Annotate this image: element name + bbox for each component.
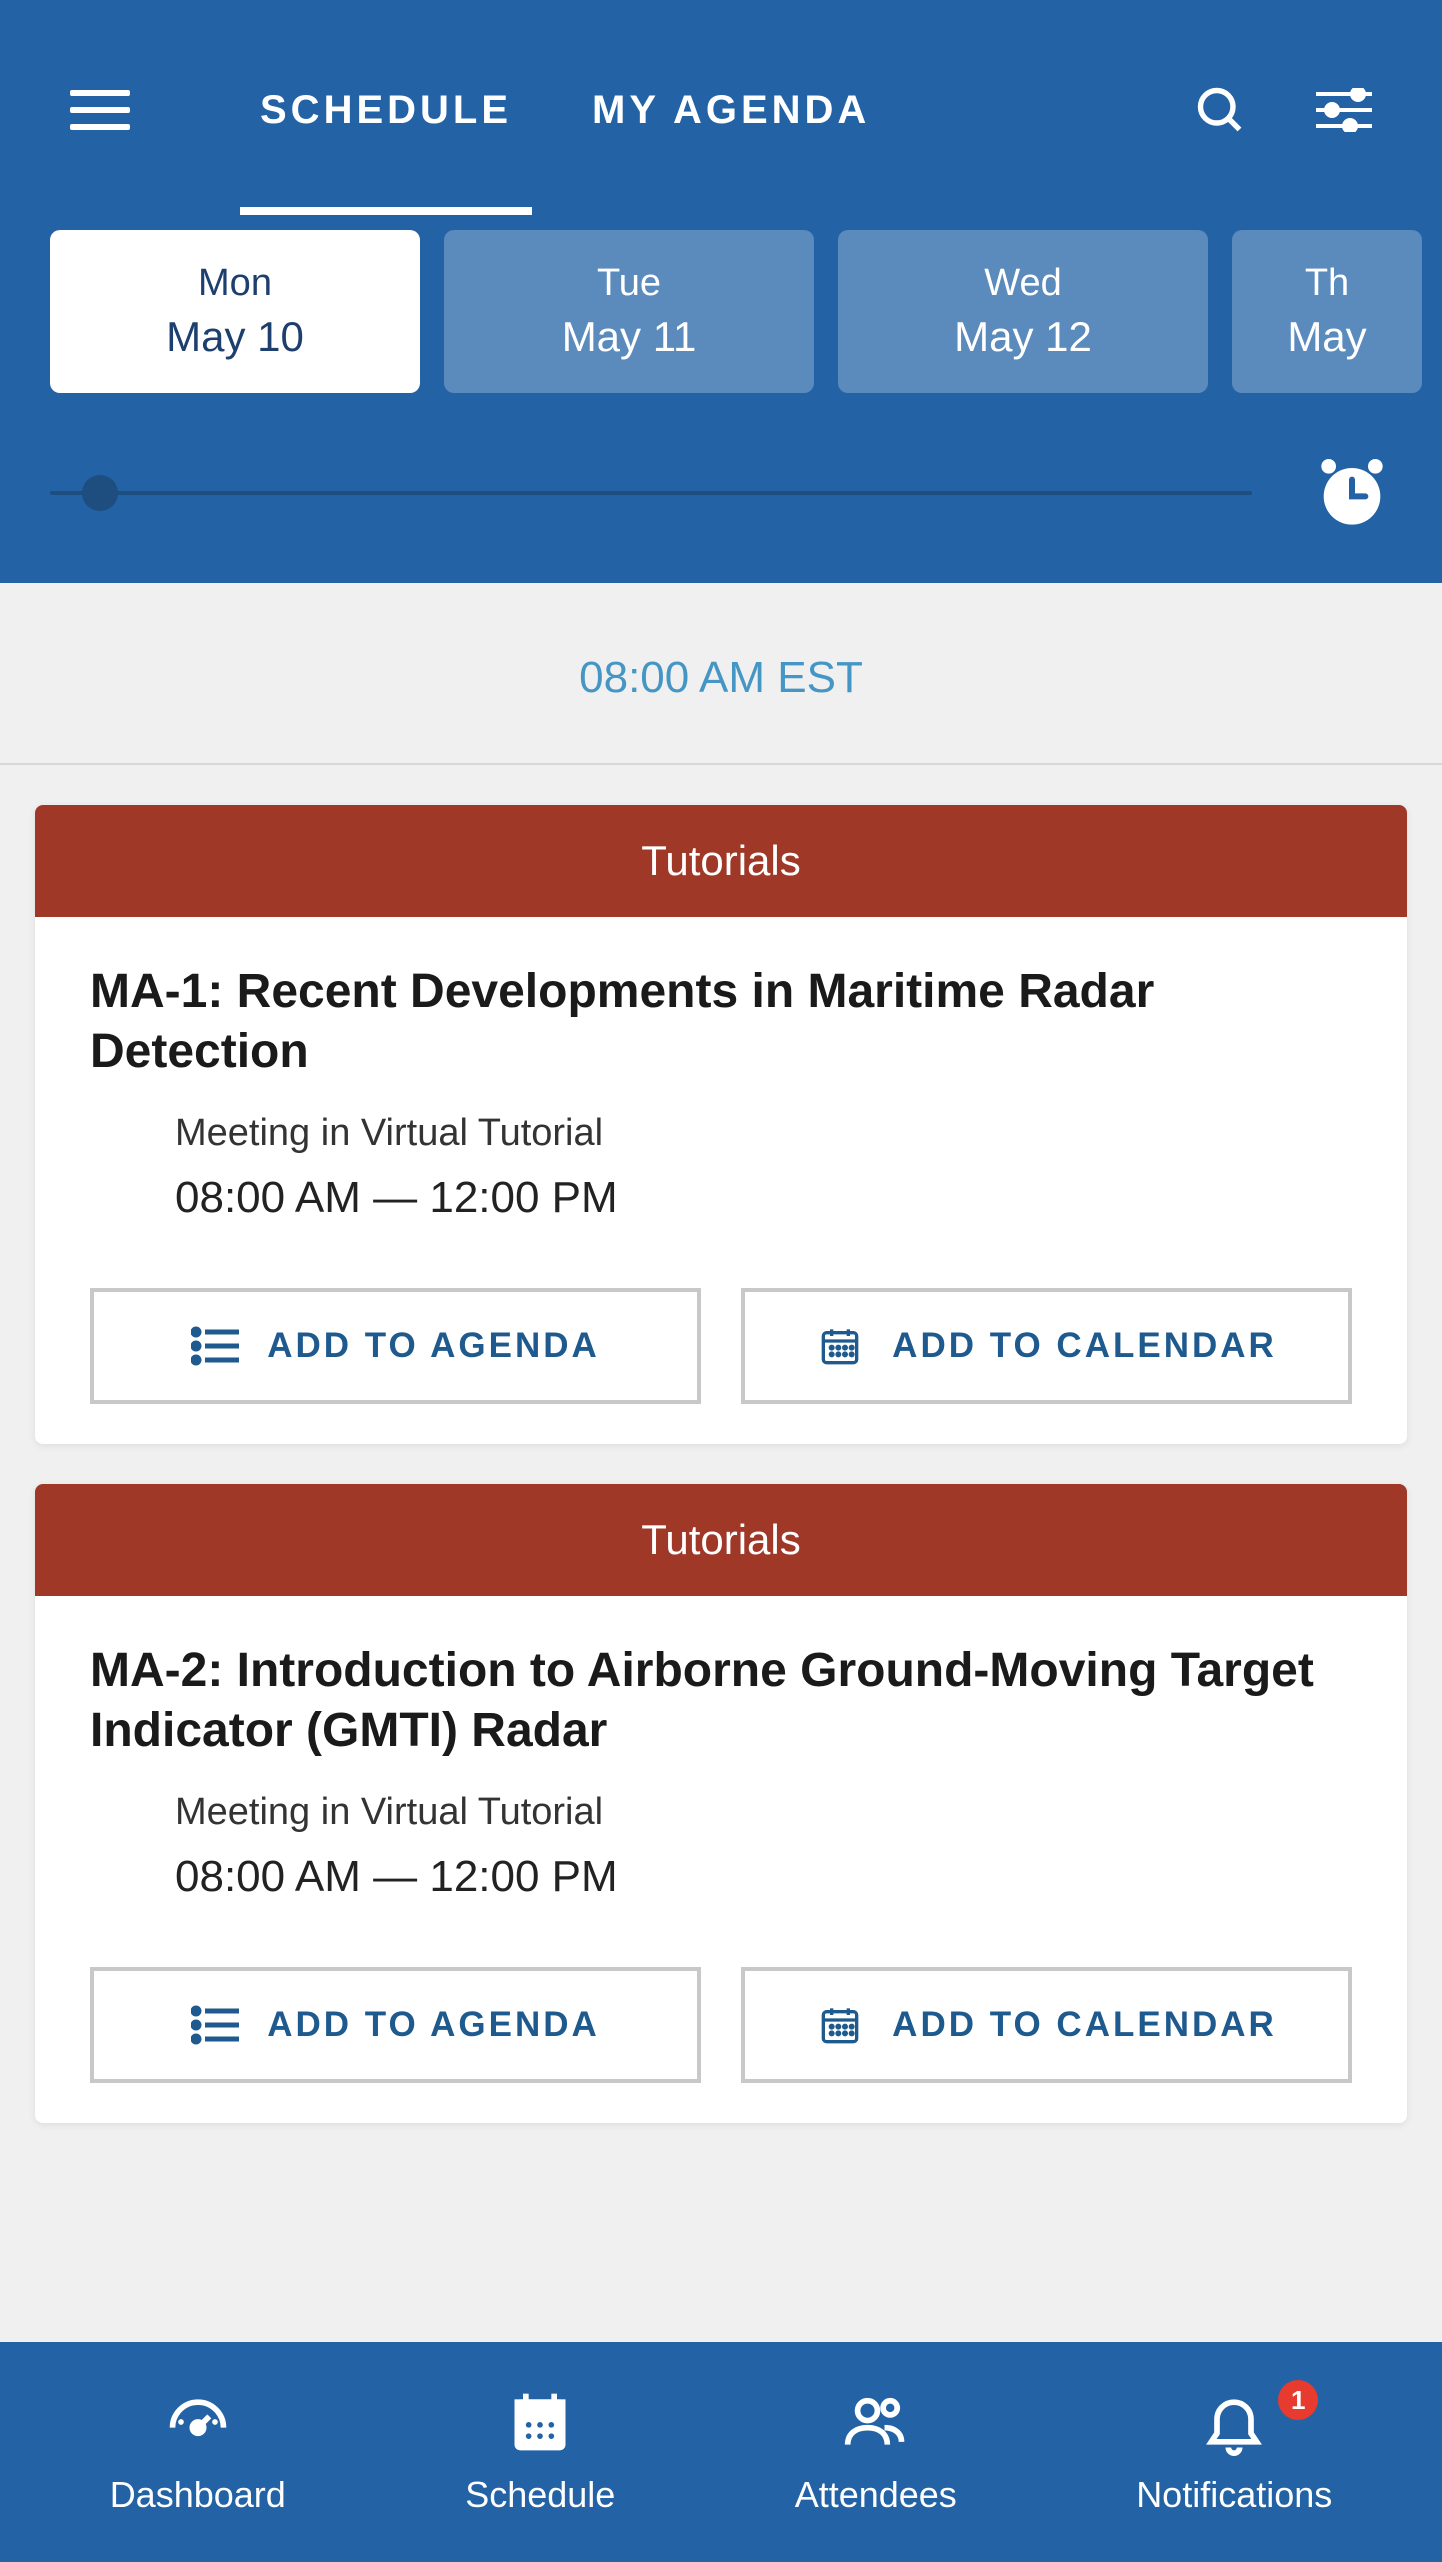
nav-attendees[interactable]: Attendees xyxy=(795,2388,957,2516)
top-tabs: SCHEDULE MY AGENDA xyxy=(220,50,1194,170)
event-location: Meeting in Virtual Tutorial xyxy=(175,1791,1352,1834)
calendar-icon xyxy=(816,2005,864,2045)
button-label: ADD TO AGENDA xyxy=(267,2005,600,2045)
event-category: Tutorials xyxy=(35,805,1407,917)
day-tab-thu[interactable]: Th May xyxy=(1232,230,1422,393)
event-time: 08:00 AM — 12:00 PM xyxy=(175,1852,1352,1902)
day-tab-wed[interactable]: Wed May 12 xyxy=(838,230,1208,393)
list-icon xyxy=(191,2005,239,2045)
event-location: Meeting in Virtual Tutorial xyxy=(175,1112,1352,1155)
day-name: Tue xyxy=(444,262,814,305)
event-card[interactable]: Tutorials MA-2: Introduction to Airborne… xyxy=(35,1484,1407,2123)
notification-badge: 1 xyxy=(1278,2380,1318,2420)
people-icon xyxy=(840,2388,912,2456)
day-tabs: Mon May 10 Tue May 11 Wed May 12 Th May xyxy=(0,170,1442,423)
slider-handle[interactable] xyxy=(82,475,118,511)
add-to-calendar-button[interactable]: ADD TO CALENDAR xyxy=(741,1967,1352,2083)
list-icon xyxy=(191,1326,239,1366)
day-tab-mon[interactable]: Mon May 10 xyxy=(50,230,420,393)
day-date: May 12 xyxy=(838,313,1208,361)
event-card[interactable]: Tutorials MA-1: Recent Developments in M… xyxy=(35,805,1407,1444)
day-date: May xyxy=(1232,313,1422,361)
day-name: Mon xyxy=(50,262,420,305)
calendar-icon xyxy=(816,1326,864,1366)
menu-icon[interactable] xyxy=(70,90,130,130)
day-date: May 10 xyxy=(50,313,420,361)
event-category: Tutorials xyxy=(35,1484,1407,1596)
day-tab-tue[interactable]: Tue May 11 xyxy=(444,230,814,393)
nav-schedule[interactable]: Schedule xyxy=(465,2388,615,2516)
gauge-icon xyxy=(162,2388,234,2456)
schedule-content: 08:00 AM EST Tutorials MA-1: Recent Deve… xyxy=(0,583,1442,2342)
tab-schedule[interactable]: SCHEDULE xyxy=(220,50,552,170)
button-label: ADD TO AGENDA xyxy=(267,1326,600,1366)
time-slider[interactable] xyxy=(50,491,1252,495)
nav-label: Notifications xyxy=(1136,2474,1332,2516)
nav-label: Dashboard xyxy=(110,2474,286,2516)
event-time: 08:00 AM — 12:00 PM xyxy=(175,1173,1352,1223)
event-title: MA-1: Recent Developments in Maritime Ra… xyxy=(90,962,1352,1082)
event-title: MA-2: Introduction to Airborne Ground-Mo… xyxy=(90,1641,1352,1761)
add-to-agenda-button[interactable]: ADD TO AGENDA xyxy=(90,1288,701,1404)
button-label: ADD TO CALENDAR xyxy=(892,1326,1277,1366)
app-header: SCHEDULE MY AGENDA xyxy=(0,0,1442,583)
search-icon[interactable] xyxy=(1194,84,1246,136)
button-label: ADD TO CALENDAR xyxy=(892,2005,1277,2045)
day-name: Th xyxy=(1232,262,1422,305)
day-name: Wed xyxy=(838,262,1208,305)
nav-label: Attendees xyxy=(795,2474,957,2516)
bell-icon xyxy=(1198,2388,1270,2456)
alarm-clock-icon[interactable] xyxy=(1312,453,1392,533)
add-to-agenda-button[interactable]: ADD TO AGENDA xyxy=(90,1967,701,2083)
add-to-calendar-button[interactable]: ADD TO CALENDAR xyxy=(741,1288,1352,1404)
time-section-header: 08:00 AM EST xyxy=(0,583,1442,765)
filter-icon[interactable] xyxy=(1316,88,1372,132)
tab-my-agenda[interactable]: MY AGENDA xyxy=(552,50,910,170)
day-date: May 11 xyxy=(444,313,814,361)
calendar-icon xyxy=(504,2388,576,2456)
bottom-nav: Dashboard Schedule Attendees xyxy=(0,2342,1442,2562)
nav-label: Schedule xyxy=(465,2474,615,2516)
nav-notifications[interactable]: 1 Notifications xyxy=(1136,2388,1332,2516)
nav-dashboard[interactable]: Dashboard xyxy=(110,2388,286,2516)
